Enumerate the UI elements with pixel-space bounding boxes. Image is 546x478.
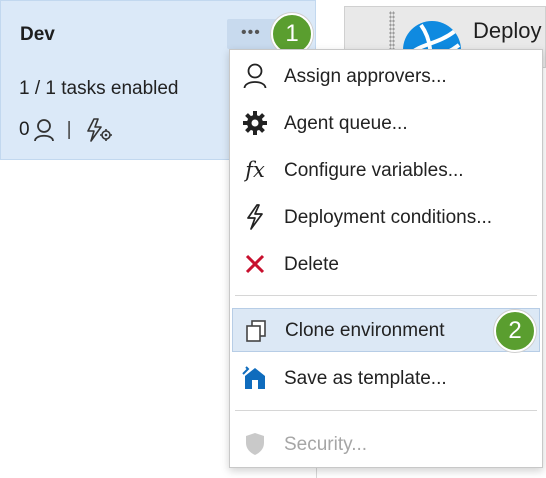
menu-item-label: Assign approvers... — [284, 66, 447, 87]
footer-separator: | — [66, 119, 72, 140]
menu-item-save-as-template[interactable]: Save as template... — [230, 356, 542, 400]
menu-item-label: Save as template... — [284, 368, 447, 389]
template-icon — [242, 365, 268, 391]
context-menu: Assign approvers... Agent queue... fx Co… — [229, 49, 543, 468]
clone-icon — [243, 318, 269, 344]
menu-item-label: Clone environment — [285, 320, 445, 341]
menu-item-label: Delete — [284, 254, 339, 275]
menu-item-delete[interactable]: Delete — [230, 242, 542, 286]
menu-item-label: Security... — [284, 434, 368, 455]
fx-icon: fx — [242, 157, 268, 183]
menu-item-deployment-conditions[interactable]: Deployment conditions... — [230, 195, 542, 239]
menu-item-label: Configure variables... — [284, 160, 464, 181]
lightning-icon — [242, 204, 268, 230]
menu-item-agent-queue[interactable]: Agent queue... — [230, 101, 542, 145]
menu-item-label: Deployment conditions... — [284, 207, 493, 228]
menu-item-assign-approvers[interactable]: Assign approvers... — [230, 54, 542, 98]
tasks-enabled-text: 1 / 1 tasks enabled — [19, 78, 179, 99]
menu-divider — [235, 295, 537, 296]
more-dots-icon: ••• — [241, 24, 261, 41]
fx-glyph: fx — [245, 158, 265, 182]
deploy-title: Deploy — [473, 18, 542, 43]
close-icon — [242, 251, 268, 277]
environment-name: Dev — [20, 24, 55, 45]
menu-item-security: Security... — [230, 422, 542, 466]
gear-icon — [242, 110, 268, 136]
environment-footer: 0 | — [19, 117, 114, 143]
person-icon — [33, 118, 55, 142]
lightning-gear-icon — [84, 117, 114, 143]
step-badge-2: 2 — [494, 310, 536, 352]
menu-divider — [235, 410, 537, 411]
approvers-count: 0 — [19, 119, 30, 140]
menu-item-configure-variables[interactable]: fx Configure variables... — [230, 148, 542, 192]
person-icon — [242, 63, 268, 89]
shield-icon — [242, 431, 268, 457]
menu-item-label: Agent queue... — [284, 113, 408, 134]
